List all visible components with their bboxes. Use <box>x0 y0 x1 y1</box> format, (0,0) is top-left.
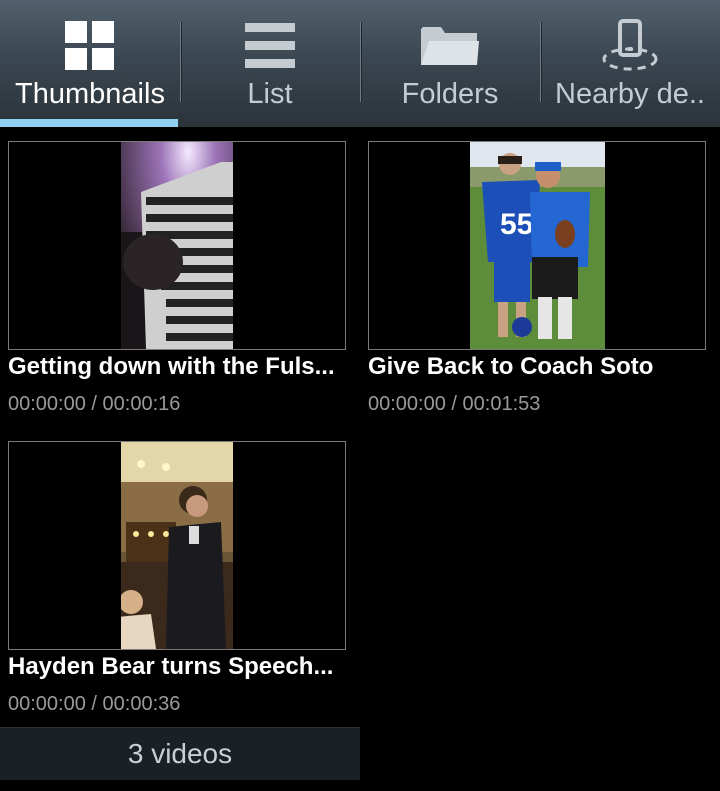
video-duration: 00:00:00 / 00:00:16 <box>8 393 181 415</box>
grid-icon <box>60 20 120 72</box>
tab-label: Folders <box>401 78 499 110</box>
tab-list[interactable]: List <box>180 0 360 127</box>
tab-bar: Thumbnails List Folders Nearby de.. <box>0 0 720 127</box>
tab-label: Thumbnails <box>15 78 165 110</box>
video-count-label: 3 videos <box>127 738 233 769</box>
video-title: Give Back to Coach Soto <box>368 353 654 380</box>
tab-label: Nearby de.. <box>555 78 705 110</box>
video-thumbnail-image <box>121 442 233 649</box>
tab-thumbnails[interactable]: Thumbnails <box>0 0 180 127</box>
nearby-device-icon <box>600 19 660 72</box>
video-item[interactable]: Hayden Bear turns Speech... 00:00:00 / 0… <box>8 441 346 731</box>
video-thumbnail-image: 55 <box>470 142 605 349</box>
folder-icon <box>420 20 480 72</box>
video-duration: 00:00:00 / 00:01:53 <box>368 393 541 415</box>
video-thumbnail: 55 <box>368 141 706 350</box>
video-item[interactable]: Getting down with the Fuls... 00:00:00 /… <box>8 141 346 431</box>
video-count-bar: 3 videos <box>0 727 360 780</box>
video-thumbnail <box>8 141 346 350</box>
tab-label: List <box>247 78 293 110</box>
tab-nearby-devices[interactable]: Nearby de.. <box>540 0 720 127</box>
video-thumbnail-image <box>121 142 233 349</box>
video-item[interactable]: 55 Give Back to Coach Soto 00:00:00 / 00… <box>368 141 706 431</box>
video-duration: 00:00:00 / 00:00:36 <box>8 693 181 715</box>
list-icon <box>240 20 300 72</box>
video-thumbnail <box>8 441 346 650</box>
video-title: Getting down with the Fuls... <box>8 353 335 380</box>
tab-folders[interactable]: Folders <box>360 0 540 127</box>
svg-text:55: 55 <box>500 208 533 241</box>
video-title: Hayden Bear turns Speech... <box>8 653 334 680</box>
